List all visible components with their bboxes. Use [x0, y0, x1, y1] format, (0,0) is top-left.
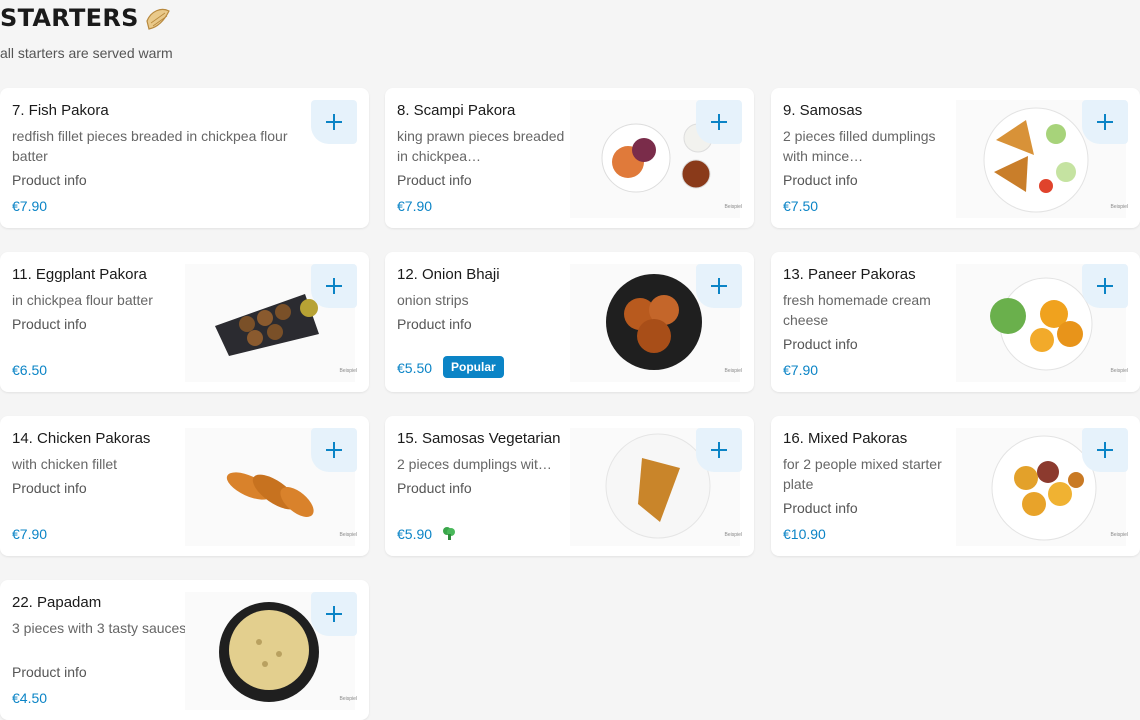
- item-name: 16. Mixed Pakoras: [783, 430, 908, 447]
- item-price: €4.50: [12, 690, 48, 706]
- item-name: 7. Fish Pakora: [12, 102, 109, 119]
- product-info-link[interactable]: Product info: [397, 172, 472, 188]
- add-to-cart-button[interactable]: [1082, 264, 1128, 308]
- item-description: fresh homemade cream cheese: [783, 292, 931, 328]
- product-info-link[interactable]: Product info: [12, 480, 87, 496]
- add-to-cart-button[interactable]: [311, 100, 357, 144]
- menu-item-card[interactable]: 9. Samosas 2 pieces filled dumplings wit…: [771, 88, 1140, 228]
- item-description: onion strips: [397, 292, 469, 308]
- sample-label: Beispiel: [1110, 368, 1128, 374]
- menu-item-card[interactable]: 7. Fish Pakora redfish fillet pieces bre…: [0, 88, 369, 228]
- menu-item-card[interactable]: 16. Mixed Pakoras for 2 people mixed sta…: [771, 416, 1140, 556]
- item-description: in chickpea flour batter: [12, 292, 153, 308]
- plus-icon: [1097, 114, 1113, 130]
- item-price: €10.90: [783, 526, 826, 542]
- menu-item-card[interactable]: 14. Chicken Pakoras with chicken fillet …: [0, 416, 369, 556]
- item-price: €7.90: [12, 198, 48, 214]
- plus-icon: [1097, 278, 1113, 294]
- plus-icon: [326, 114, 342, 130]
- sample-label: Beispiel: [1110, 204, 1128, 210]
- add-to-cart-button[interactable]: [1082, 428, 1128, 472]
- product-info-link[interactable]: Product info: [12, 172, 87, 188]
- samosa-icon: [143, 3, 173, 33]
- item-price: €6.50: [12, 362, 48, 378]
- section-subtitle: all starters are served warm: [0, 45, 173, 61]
- item-price: €7.90: [12, 526, 48, 542]
- item-name: 12. Onion Bhaji: [397, 266, 500, 283]
- item-price: €7.90: [397, 198, 433, 214]
- item-name: 8. Scampi Pakora: [397, 102, 516, 119]
- item-name: 15. Samosas Vegetarian: [397, 430, 561, 447]
- menu-item-card[interactable]: 15. Samosas Vegetarian 2 pieces dumpling…: [385, 416, 754, 556]
- item-name: 13. Paneer Pakoras: [783, 266, 916, 283]
- plus-icon: [326, 606, 342, 622]
- item-description: redfish fillet pieces breaded in chickpe…: [12, 128, 288, 164]
- item-description: with chicken fillet: [12, 456, 118, 472]
- sample-label: Beispiel: [339, 696, 357, 702]
- item-price: €7.50: [783, 198, 819, 214]
- product-info-link[interactable]: Product info: [12, 664, 87, 680]
- popular-badge: Popular: [443, 356, 504, 378]
- plus-icon: [1097, 442, 1113, 458]
- item-description: 2 pieces filled dumplings with mince…: [783, 128, 936, 164]
- plus-icon: [711, 114, 727, 130]
- item-description: for 2 people mixed starter plate: [783, 456, 942, 492]
- product-info-link[interactable]: Product info: [783, 336, 858, 352]
- sample-label: Beispiel: [339, 368, 357, 374]
- add-to-cart-button[interactable]: [696, 100, 742, 144]
- plus-icon: [711, 278, 727, 294]
- product-info-link[interactable]: Product info: [783, 172, 858, 188]
- item-description: 3 pieces with 3 tasty sauces: [12, 620, 187, 636]
- product-info-link[interactable]: Product info: [397, 316, 472, 332]
- item-price: €7.90: [783, 362, 819, 378]
- plus-icon: [711, 442, 727, 458]
- add-to-cart-button[interactable]: [311, 592, 357, 636]
- product-info-link[interactable]: Product info: [783, 500, 858, 516]
- add-to-cart-button[interactable]: [311, 264, 357, 308]
- menu-item-card[interactable]: 12. Onion Bhaji onion strips Product inf…: [385, 252, 754, 392]
- item-price: €5.90: [397, 526, 433, 542]
- menu-item-card[interactable]: 8. Scampi Pakora king prawn pieces bread…: [385, 88, 754, 228]
- item-name: 9. Samosas: [783, 102, 863, 119]
- product-info-link[interactable]: Product info: [397, 480, 472, 496]
- menu-item-card[interactable]: 11. Eggplant Pakora in chickpea flour ba…: [0, 252, 369, 392]
- item-name: 22. Papadam: [12, 594, 102, 611]
- add-to-cart-button[interactable]: [696, 428, 742, 472]
- product-info-link[interactable]: Product info: [12, 316, 87, 332]
- item-description: king prawn pieces breaded in chickpea…: [397, 128, 565, 164]
- section-header: STARTERS all starters are served warm: [0, 2, 173, 61]
- sample-label: Beispiel: [724, 368, 742, 374]
- plus-icon: [326, 442, 342, 458]
- sample-label: Beispiel: [1110, 532, 1128, 538]
- add-to-cart-button[interactable]: [1082, 100, 1128, 144]
- sample-label: Beispiel: [724, 532, 742, 538]
- sample-label: Beispiel: [724, 204, 742, 210]
- section-title: STARTERS: [0, 4, 139, 32]
- item-price: €5.50: [397, 360, 433, 376]
- add-to-cart-button[interactable]: [311, 428, 357, 472]
- item-description: 2 pieces dumplings wit…: [397, 456, 552, 472]
- item-name: 11. Eggplant Pakora: [12, 266, 147, 283]
- sample-label: Beispiel: [339, 532, 357, 538]
- menu-item-card[interactable]: 13. Paneer Pakoras fresh homemade cream …: [771, 252, 1140, 392]
- item-name: 14. Chicken Pakoras: [12, 430, 151, 447]
- vegetarian-broccoli-icon: [441, 526, 457, 542]
- menu-item-card[interactable]: 22. Papadam 3 pieces with 3 tasty sauces…: [0, 580, 369, 720]
- add-to-cart-button[interactable]: [696, 264, 742, 308]
- plus-icon: [326, 278, 342, 294]
